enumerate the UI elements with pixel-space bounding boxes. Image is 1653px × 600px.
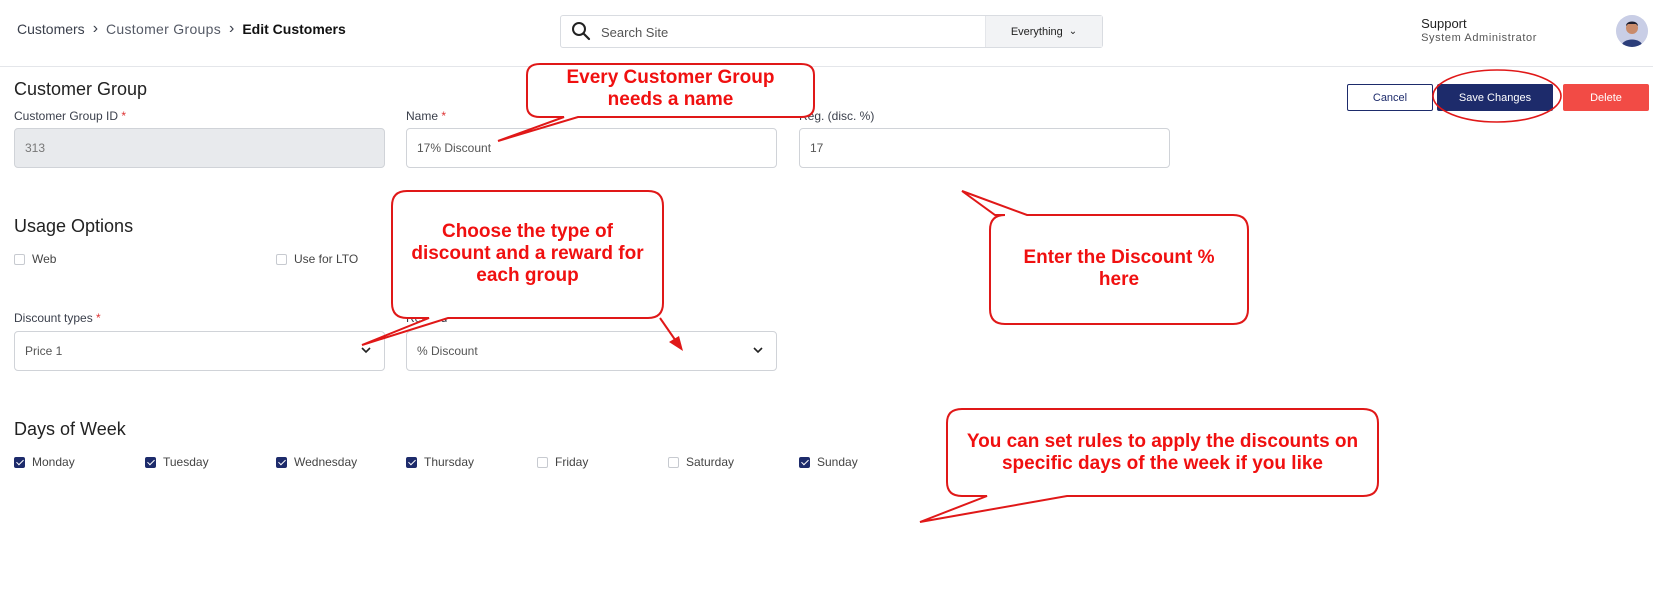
day-checkbox-monday[interactable]: Monday <box>14 455 75 469</box>
search-scope-label: Everything <box>1010 25 1063 38</box>
delete-button[interactable]: Delete <box>1563 84 1649 111</box>
day-checkbox-wednesday[interactable]: Wednesday <box>276 455 357 469</box>
callout-line: discount and a reward for <box>411 243 644 264</box>
callout-line: here <box>1098 269 1140 290</box>
group-id-label: Customer Group ID * <box>14 109 127 123</box>
callout-line: Choose the type of <box>441 221 613 242</box>
reward-label: Reward * <box>406 311 456 325</box>
checkbox-icon <box>14 253 25 265</box>
checkbox-icon <box>276 456 287 468</box>
callout-line: Enter the Discount % <box>1023 247 1215 268</box>
use-for-lto-checkbox[interactable]: Use for LTO <box>276 252 358 266</box>
chevron-right-icon: › <box>92 20 99 37</box>
breadcrumb: Customers › Customer Groups › Edit Custo… <box>17 20 346 38</box>
day-label: Saturday <box>686 455 735 469</box>
day-checkbox-sunday[interactable]: Sunday <box>799 455 858 469</box>
chevron-down-icon <box>361 347 371 354</box>
callout-line: specific days of the week if you like <box>1001 453 1323 474</box>
day-label: Monday <box>32 455 75 469</box>
checkbox-icon <box>537 456 548 468</box>
day-checkbox-friday[interactable]: Friday <box>537 455 588 469</box>
customer-group-title: Customer Group <box>14 79 148 99</box>
top-bar: Customers › Customer Groups › Edit Custo… <box>0 0 1653 67</box>
web-checkbox[interactable]: Web <box>14 252 56 266</box>
callout-discount-pct-text: Enter the Discount % here <box>990 247 1248 291</box>
reward-select[interactable]: % Discount <box>406 331 777 371</box>
web-label: Web <box>32 252 57 266</box>
chevron-down-icon <box>753 347 763 354</box>
user-avatar-icon <box>1616 15 1648 47</box>
user-name: Support <box>1421 16 1467 31</box>
callout-days-text: You can set rules to apply the discounts… <box>947 431 1378 475</box>
avatar[interactable] <box>1616 15 1648 47</box>
save-changes-button[interactable]: Save Changes <box>1437 84 1553 111</box>
search-bar: Everything ⌄ <box>560 15 1103 49</box>
name-label: Name * <box>406 109 447 123</box>
user-role: System Administrator <box>1421 32 1537 44</box>
chevron-right-icon: › <box>229 20 235 37</box>
callout-line: Every Customer Group <box>566 67 775 88</box>
discount-types-select[interactable]: Price 1 <box>14 331 385 371</box>
day-label: Tuesday <box>163 455 209 469</box>
discount-types-value: Price 1 <box>25 344 63 358</box>
checkbox-icon <box>668 456 679 468</box>
checkbox-icon <box>406 456 417 468</box>
search-icon[interactable] <box>571 21 591 41</box>
day-checkbox-thursday[interactable]: Thursday <box>406 455 474 469</box>
breadcrumb-edit-customers: Edit Customers <box>242 21 346 37</box>
callout-line: each group <box>476 265 579 286</box>
discount-types-label: Discount types * <box>14 311 101 325</box>
callout-line: needs a name <box>607 89 734 110</box>
cancel-button[interactable]: Cancel <box>1347 84 1433 111</box>
name-field[interactable]: 17% Discount <box>406 128 777 168</box>
checkbox-icon <box>145 456 156 468</box>
breadcrumb-customers[interactable]: Customers <box>17 21 85 37</box>
day-label: Friday <box>555 455 589 469</box>
callout-line: You can set rules to apply the discounts… <box>966 431 1359 452</box>
breadcrumb-customer-groups[interactable]: Customer Groups <box>106 21 221 37</box>
day-label: Wednesday <box>294 455 358 469</box>
user-info[interactable]: Support System Administrator <box>1421 16 1537 44</box>
checkbox-icon <box>14 456 25 468</box>
day-label: Sunday <box>817 455 858 469</box>
day-label: Thursday <box>424 455 475 469</box>
checkbox-icon <box>276 253 287 265</box>
callout-name-text: Every Customer Group needs a name <box>527 67 814 111</box>
use-for-lto-label: Use for LTO <box>294 252 359 266</box>
group-id-field: 313 <box>14 128 385 168</box>
day-checkbox-tuesday[interactable]: Tuesday <box>145 455 209 469</box>
reg-disc-field[interactable]: 17 <box>799 128 1170 168</box>
callout-discount-type-text: Choose the type of discount and a reward… <box>392 221 663 287</box>
usage-options-title: Usage Options <box>14 216 134 236</box>
search-input[interactable] <box>599 16 1003 49</box>
checkbox-icon <box>799 456 810 468</box>
days-of-week-title: Days of Week <box>14 419 126 439</box>
reg-disc-label: Reg. (disc. %) <box>799 109 875 123</box>
reward-value: % Discount <box>417 344 478 358</box>
day-checkbox-saturday[interactable]: Saturday <box>668 455 734 469</box>
search-scope-dropdown[interactable]: Everything ⌄ <box>985 16 1102 47</box>
chevron-down-icon: ⌄ <box>1068 26 1078 37</box>
